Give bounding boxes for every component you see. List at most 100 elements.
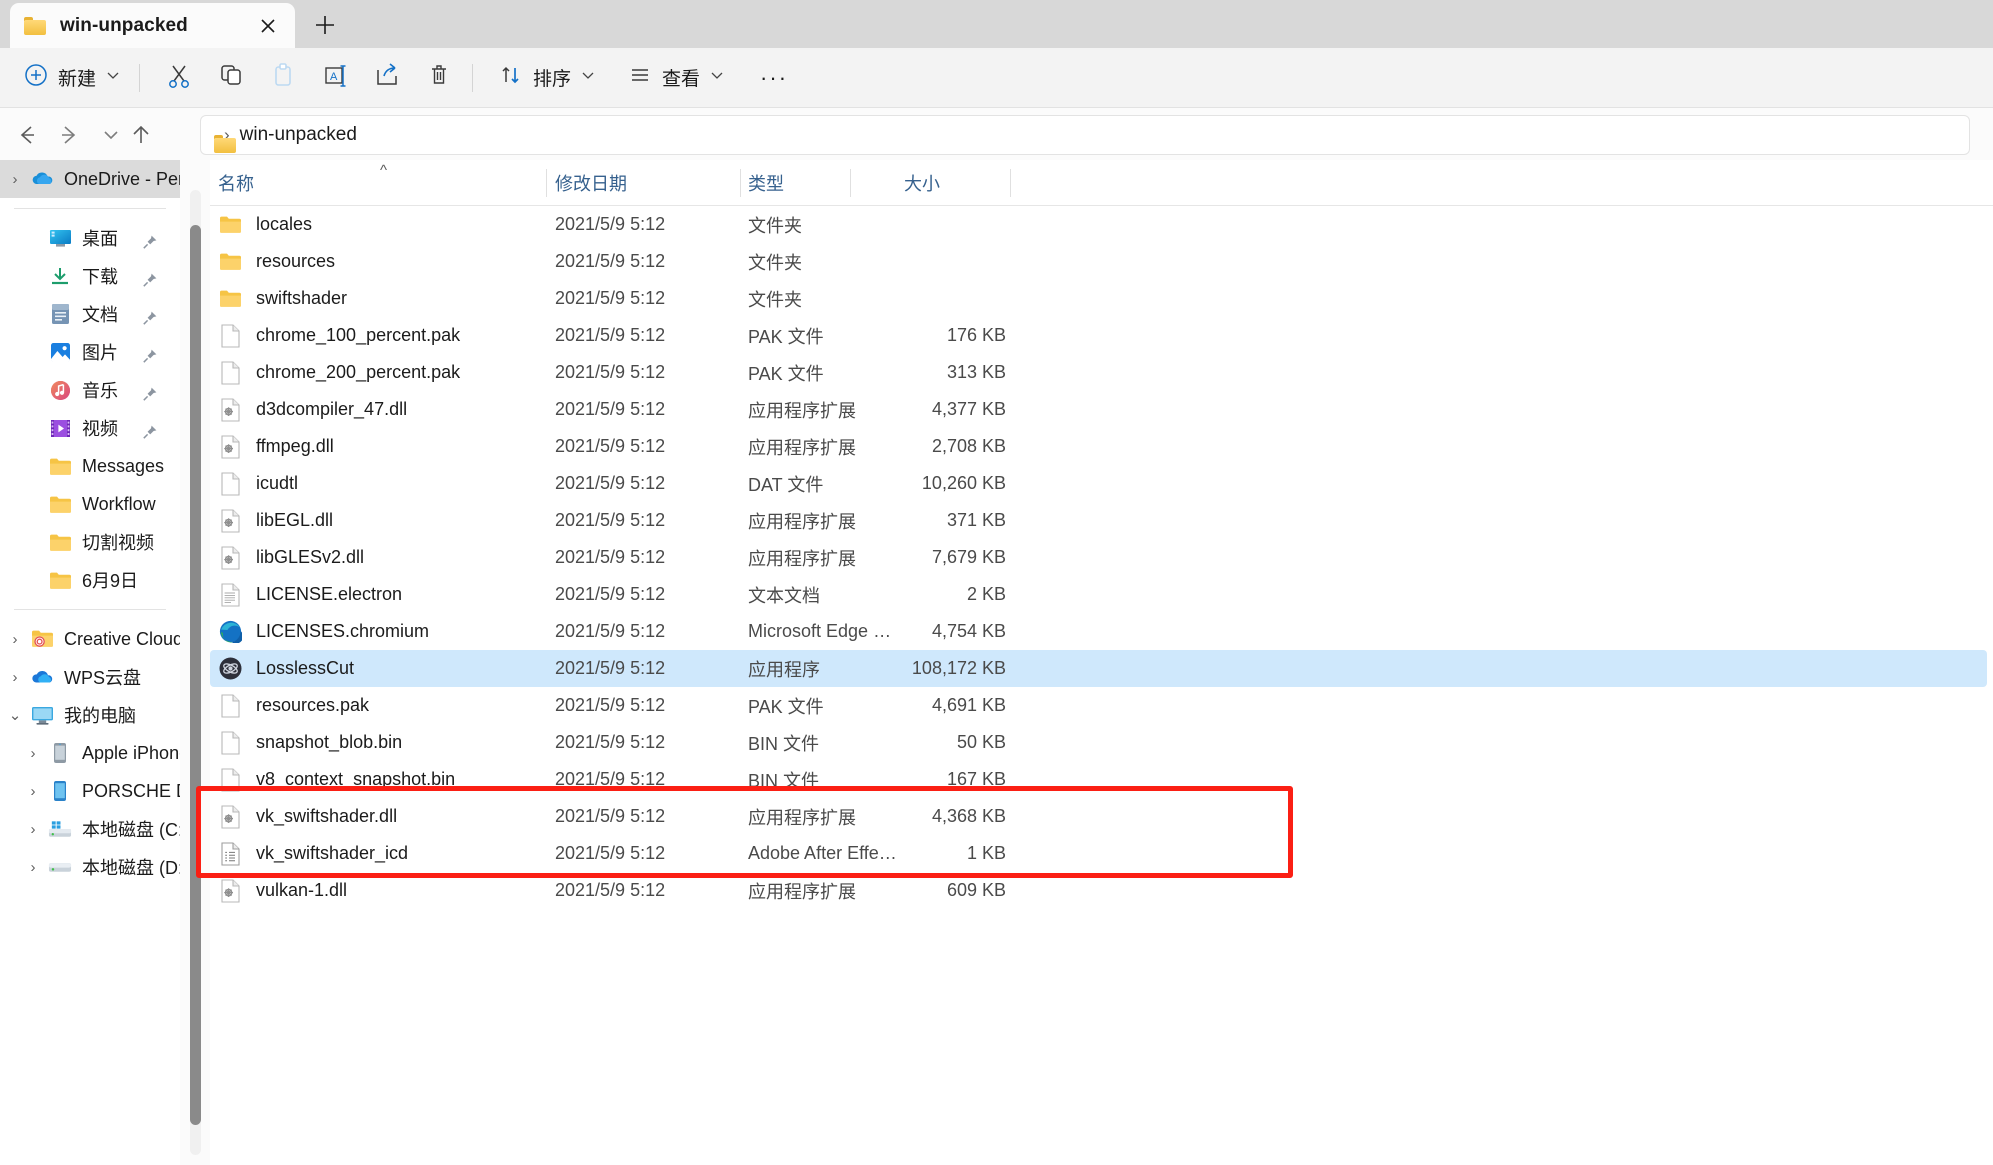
sidebar-item-本地磁盘-d-[interactable]: › 本地磁盘 (D:): [0, 848, 181, 886]
share-button[interactable]: [364, 58, 410, 98]
sidebar-item-messages[interactable]: Messages: [0, 447, 180, 485]
sidebar-item-下载[interactable]: 下载: [0, 257, 180, 295]
sidebar-item-视频[interactable]: 视频: [0, 409, 180, 447]
sidebar-divider: [14, 208, 166, 209]
chevron-right-icon[interactable]: ›: [18, 745, 48, 762]
sidebar-item-porsche-des[interactable]: › PORSCHE DES: [0, 772, 180, 810]
sidebar-item-apple-iphone[interactable]: › Apple iPhone: [0, 734, 180, 772]
more-options-button[interactable]: ···: [751, 58, 797, 98]
file-row[interactable]: chrome_100_percent.pak 2021/5/9 5:12 PAK 文…: [210, 317, 1993, 354]
file-type: 应用程序扩展: [748, 437, 856, 458]
view-button[interactable]: 查看: [618, 58, 733, 98]
file-row[interactable]: LICENSES.chromium 2021/5/9 5:12 Microsoft …: [210, 613, 1993, 650]
file-row[interactable]: resources 2021/5/9 5:12 文件夹: [210, 243, 1993, 280]
chevron-down-icon: [106, 68, 120, 87]
file-size: 4,691 KB: [931, 695, 1006, 715]
sidebar-item-wps云盘[interactable]: › WPS云盘: [0, 658, 180, 696]
file-row[interactable]: locales 2021/5/9 5:12 文件夹: [210, 206, 1993, 243]
file-row[interactable]: LosslessCut 2021/5/9 5:12 应用程序 108,172 KB: [210, 650, 1987, 687]
column-header-name[interactable]: 名称: [218, 160, 254, 206]
file-row[interactable]: libGLESv2.dll 2021/5/9 5:12 应用程序扩展 7,679 KB: [210, 539, 1993, 576]
pin-icon[interactable]: [138, 420, 162, 444]
more-options-label: ···: [760, 64, 789, 90]
chevron-right-icon[interactable]: ›: [18, 859, 48, 876]
file-size: 609 KB: [946, 880, 1006, 900]
music-icon: [48, 378, 72, 402]
column-separator[interactable]: [546, 169, 547, 197]
pin-icon[interactable]: [138, 344, 162, 368]
chevron-right-icon[interactable]: ›: [18, 783, 48, 800]
pin-icon[interactable]: [138, 230, 162, 254]
file-row[interactable]: snapshot_blob.bin 2021/5/9 5:12 BIN 文件 50 K…: [210, 724, 1993, 761]
chevron-down-icon[interactable]: ⌄: [0, 706, 30, 724]
file-row[interactable]: chrome_200_percent.pak 2021/5/9 5:12 PAK 文…: [210, 354, 1993, 391]
copy-button[interactable]: [208, 58, 254, 98]
cut-button[interactable]: [156, 58, 202, 98]
chevron-down-icon: [710, 68, 724, 87]
column-header-size[interactable]: 大小: [904, 160, 940, 206]
dll-icon: [218, 434, 242, 459]
sidebar-item-workflow[interactable]: Workflow: [0, 485, 180, 523]
chevron-right-icon[interactable]: ›: [0, 171, 30, 188]
column-header-date[interactable]: 修改日期: [555, 160, 627, 206]
column-separator[interactable]: [1010, 169, 1011, 197]
sidebar-item-6月9日[interactable]: 6月9日: [0, 561, 180, 599]
column-header-row: 名称 修改日期 类型 大小 ^: [210, 160, 1993, 206]
sidebar-item-我的电脑[interactable]: ⌄ 我的电脑: [0, 696, 180, 734]
file-name-cell: libEGL.dll: [218, 508, 333, 533]
sidebar-item-音乐[interactable]: 音乐: [0, 371, 180, 409]
chevron-right-icon[interactable]: ›: [18, 821, 48, 838]
file-name-cell: v8_context_snapshot.bin: [218, 767, 455, 792]
file-row[interactable]: vk_swiftshader_icd 2021/5/9 5:12 Adobe Aft…: [210, 835, 1993, 872]
column-separator[interactable]: [850, 169, 851, 197]
recent-locations-button[interactable]: [94, 118, 128, 152]
pin-icon[interactable]: [138, 306, 162, 330]
tab-win-unpacked[interactable]: win-unpacked: [10, 3, 295, 48]
file-row[interactable]: resources.pak 2021/5/9 5:12 PAK 文件 4,691 KB: [210, 687, 1993, 724]
rename-button[interactable]: A: [312, 58, 358, 98]
breadcrumb-current[interactable]: win-unpacked: [240, 124, 357, 146]
chevron-right-icon[interactable]: ›: [0, 631, 30, 648]
sidebar-item-文档[interactable]: 文档: [0, 295, 180, 333]
delete-button[interactable]: [416, 58, 462, 98]
pin-icon[interactable]: [138, 382, 162, 406]
sidebar-item-图片[interactable]: 图片: [0, 333, 180, 371]
new-button-label: 新建: [58, 69, 97, 90]
file-row[interactable]: LICENSE.electron 2021/5/9 5:12 文本文档 2 KB: [210, 576, 1993, 613]
file-row[interactable]: d3dcompiler_47.dll 2021/5/9 5:12 应用程序扩展 4,3…: [210, 391, 1993, 428]
pin-icon[interactable]: [138, 268, 162, 292]
edge-icon: [218, 620, 242, 644]
address-breadcrumb-bar[interactable]: › win-unpacked: [200, 115, 1970, 155]
forward-button[interactable]: [52, 118, 86, 152]
up-button[interactable]: [124, 118, 158, 152]
new-tab-button[interactable]: [305, 6, 345, 44]
file-row[interactable]: vulkan-1.dll 2021/5/9 5:12 应用程序扩展 609 KB: [210, 872, 1993, 909]
sidebar-item-creative-cloud[interactable]: › Creative Cloud: [0, 620, 181, 658]
file-row[interactable]: libEGL.dll 2021/5/9 5:12 应用程序扩展 371 KB: [210, 502, 1993, 539]
sidebar-item-本地磁盘-c-[interactable]: › 本地磁盘 (C:): [0, 810, 181, 848]
new-button[interactable]: 新建: [14, 58, 129, 98]
sidebar-item-切割视频[interactable]: 切割视频: [0, 523, 180, 561]
back-button[interactable]: [10, 118, 44, 152]
sidebar-item-label: 图片: [82, 343, 118, 363]
file-row[interactable]: v8_context_snapshot.bin 2021/5/9 5:12 BIN …: [210, 761, 1993, 798]
sidebar-item-onedrive-per[interactable]: › OneDrive - Per: [0, 160, 180, 198]
column-header-type[interactable]: 类型: [748, 160, 784, 206]
file-row[interactable]: icudtl 2021/5/9 5:12 DAT 文件 10,260 KB: [210, 465, 1993, 502]
sidebar-item-桌面[interactable]: 桌面: [0, 219, 180, 257]
column-separator[interactable]: [740, 169, 741, 197]
file-size: 176 KB: [946, 325, 1006, 345]
file-name-cell: LosslessCut: [218, 657, 354, 681]
file-row[interactable]: swiftshader 2021/5/9 5:12 文件夹: [210, 280, 1993, 317]
navigation-pane[interactable]: › OneDrive - Per 桌面 下载 文档图片音乐 视频 Messages Workf…: [0, 160, 180, 1165]
chevron-right-icon[interactable]: ›: [0, 669, 30, 686]
sort-button[interactable]: 排序: [489, 58, 604, 98]
file-size: 50 KB: [956, 732, 1006, 752]
close-icon[interactable]: [255, 13, 281, 39]
sort-button-label: 排序: [533, 69, 572, 90]
file-row[interactable]: vk_swiftshader.dll 2021/5/9 5:12 应用程序扩展 4,3…: [210, 798, 1993, 835]
vertical-scrollbar-thumb[interactable]: [190, 225, 201, 1125]
paste-button[interactable]: [260, 58, 306, 98]
file-row[interactable]: ffmpeg.dll 2021/5/9 5:12 应用程序扩展 2,708 KB: [210, 428, 1993, 465]
sidebar-item-label: PORSCHE DES: [82, 780, 180, 801]
